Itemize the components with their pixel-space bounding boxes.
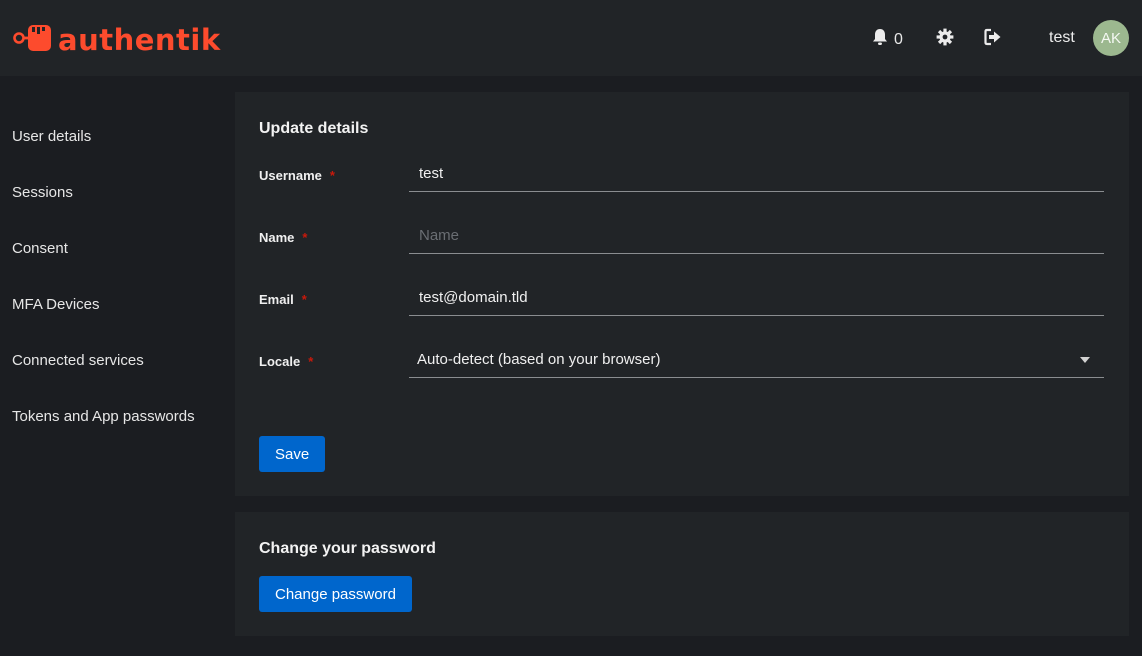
brand-name: authentik	[58, 22, 221, 57]
notifications-button[interactable]: 0	[872, 28, 903, 51]
locale-label-text: Locale	[259, 354, 301, 369]
change-password-card: Change your password Change password	[235, 512, 1129, 636]
locale-select[interactable]: Auto-detect (based on your browser)	[409, 342, 1104, 378]
locale-label: Locale *	[259, 354, 313, 369]
name-label-text: Name	[259, 230, 295, 245]
bell-icon	[872, 28, 888, 51]
sidebar-nav: User details Sessions Consent MFA Device…	[0, 76, 222, 656]
update-details-title: Update details	[259, 120, 369, 137]
caret-down-icon	[1080, 357, 1090, 363]
name-field[interactable]: Name	[409, 218, 1104, 254]
sidebar-item-sessions[interactable]: Sessions	[12, 184, 73, 201]
name-label: Name *	[259, 230, 307, 245]
required-marker: *	[329, 168, 335, 183]
email-label: Email *	[259, 292, 307, 307]
email-label-text: Email	[259, 292, 294, 307]
change-password-button[interactable]: Change password	[259, 576, 412, 612]
settings-button[interactable]	[936, 28, 954, 51]
locale-select-value: Auto-detect (based on your browser)	[417, 351, 661, 368]
logout-button[interactable]	[984, 28, 1002, 51]
sidebar-item-consent[interactable]: Consent	[12, 240, 68, 257]
required-marker: *	[302, 230, 308, 245]
top-header: authentik 0 test AK	[0, 0, 1142, 76]
brand-logo[interactable]: authentik	[12, 22, 221, 57]
email-field[interactable]: test@domain.tld	[409, 280, 1104, 316]
sign-out-icon	[984, 28, 1002, 51]
sidebar-item-connected-services[interactable]: Connected services	[12, 352, 144, 369]
sidebar-item-user-details[interactable]: User details	[12, 128, 91, 145]
username-field[interactable]: test	[409, 156, 1104, 192]
sidebar-item-mfa-devices[interactable]: MFA Devices	[12, 296, 100, 313]
sidebar-item-tokens[interactable]: Tokens and App passwords	[12, 408, 195, 425]
change-password-title: Change your password	[259, 540, 436, 557]
required-marker: *	[308, 354, 314, 369]
header-username[interactable]: test	[1049, 29, 1075, 47]
authentik-logo-icon	[12, 22, 52, 57]
notification-count: 0	[894, 30, 903, 48]
avatar[interactable]: AK	[1093, 20, 1129, 56]
required-marker: *	[301, 292, 307, 307]
save-button[interactable]: Save	[259, 436, 326, 472]
update-details-card: Update details Username * test Name * Name…	[235, 92, 1129, 496]
gear-icon	[936, 28, 954, 51]
username-label: Username *	[259, 168, 335, 183]
username-label-text: Username	[259, 168, 322, 183]
